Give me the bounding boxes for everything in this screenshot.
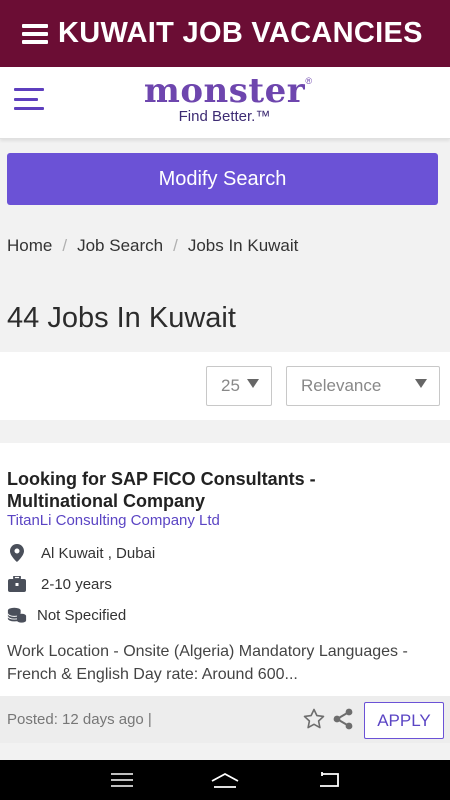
location-icon bbox=[7, 543, 27, 563]
site-header: monster ® Find Better.™ bbox=[0, 67, 450, 139]
briefcase-icon bbox=[7, 574, 27, 594]
caret-down-icon bbox=[415, 379, 427, 388]
results-title: 44 Jobs In Kuwait bbox=[7, 302, 236, 334]
home-icon[interactable] bbox=[210, 769, 240, 791]
location-text: Al Kuwait , Dubai bbox=[41, 544, 156, 562]
filter-bar: 25 Relevance bbox=[0, 352, 450, 420]
experience-text: 2-10 years bbox=[41, 575, 112, 593]
app-bar: KUWAIT JOB VACANCIES bbox=[0, 0, 450, 67]
breadcrumb-separator: / bbox=[62, 236, 68, 255]
hamburger-icon[interactable] bbox=[14, 88, 44, 110]
job-location: Al Kuwait , Dubai bbox=[7, 543, 155, 563]
posted-date: Posted: 12 days ago | bbox=[7, 711, 152, 728]
job-title[interactable]: Looking for SAP FICO Consultants - Multi… bbox=[7, 468, 337, 512]
company-name[interactable]: TitanLi Consulting Company Ltd bbox=[7, 512, 220, 529]
job-salary: Not Specified bbox=[7, 605, 126, 625]
breadcrumb-job-search[interactable]: Job Search bbox=[77, 236, 163, 256]
star-icon[interactable] bbox=[302, 707, 326, 736]
back-icon[interactable] bbox=[313, 769, 343, 791]
breadcrumb-jobs-in-kuwait[interactable]: Jobs In Kuwait bbox=[188, 236, 299, 256]
logo-registered-mark: ® bbox=[305, 76, 312, 86]
caret-down-icon bbox=[247, 379, 259, 388]
salary-text: Not Specified bbox=[37, 606, 127, 624]
recents-icon[interactable] bbox=[107, 769, 137, 791]
job-card[interactable]: Looking for SAP FICO Consultants - Multi… bbox=[0, 443, 450, 743]
sort-select[interactable]: Relevance bbox=[286, 366, 440, 406]
menu-icon[interactable] bbox=[22, 23, 48, 44]
breadcrumb-separator: / bbox=[173, 236, 178, 255]
breadcrumb-home[interactable]: Home bbox=[7, 236, 52, 256]
card-footer: Posted: 12 days ago | APPLY bbox=[0, 696, 450, 743]
apply-button[interactable]: APPLY bbox=[364, 702, 444, 739]
job-description: Work Location - Onsite (Algeria) Mandato… bbox=[7, 643, 408, 683]
system-nav-bar bbox=[0, 760, 450, 800]
logo-word: monster bbox=[143, 71, 306, 111]
per-page-select[interactable]: 25 bbox=[206, 366, 272, 406]
app-title: KUWAIT JOB VACANCIES bbox=[58, 17, 423, 49]
breadcrumb: Home / Job Search / Jobs In Kuwait bbox=[7, 236, 298, 256]
monster-logo[interactable]: monster ® Find Better.™ bbox=[137, 72, 312, 125]
job-experience: 2-10 years bbox=[7, 574, 112, 594]
share-icon[interactable] bbox=[332, 708, 354, 735]
per-page-value: 25 bbox=[221, 376, 240, 395]
modify-search-button[interactable]: Modify Search bbox=[7, 153, 438, 205]
sort-value: Relevance bbox=[301, 376, 382, 395]
money-icon bbox=[7, 605, 27, 625]
